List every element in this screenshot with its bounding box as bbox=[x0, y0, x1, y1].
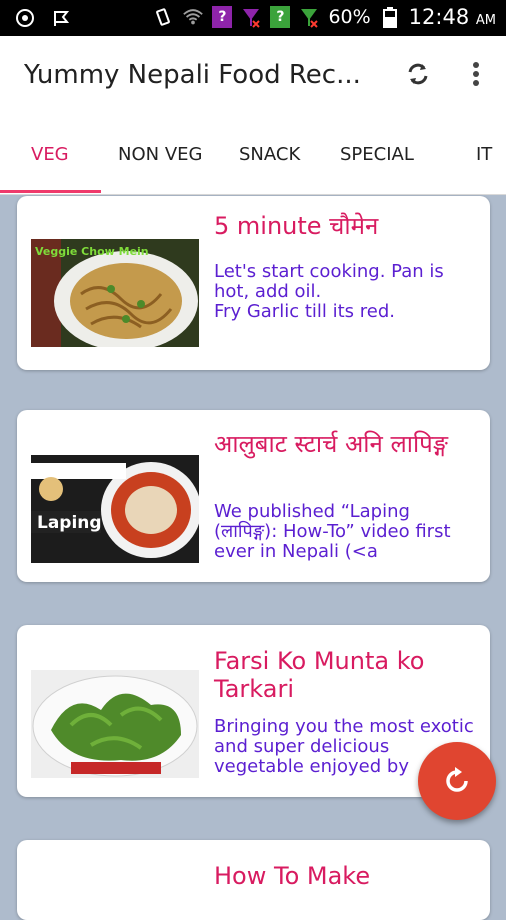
clock: 12:48 AM bbox=[409, 5, 496, 29]
recipe-thumbnail: Laping bbox=[31, 455, 199, 563]
thumb-caption: Veggie Chow Mein bbox=[35, 245, 149, 258]
refresh-icon bbox=[408, 63, 428, 85]
recipe-description: Let's start cooking. Pan is hot, add oil… bbox=[214, 262, 444, 322]
more-vert-icon bbox=[473, 62, 479, 86]
signal-x-icon bbox=[240, 6, 262, 28]
tab-it[interactable]: IT bbox=[476, 144, 492, 165]
recipe-card-laping[interactable]: Laping आलुबाट स्टार्च अनि लापिङ्ग We pub… bbox=[17, 410, 490, 582]
recipe-card-chowmein[interactable]: Veggie Chow Mein 5 minute चौमेन Let's st… bbox=[17, 196, 490, 370]
status-bar: ? ? 60% 12:48 AM bbox=[0, 0, 506, 36]
battery-icon bbox=[379, 6, 401, 28]
thumb-caption: Laping bbox=[37, 513, 102, 533]
shield-icon bbox=[14, 7, 36, 29]
sim1-box-icon: ? bbox=[212, 6, 233, 28]
more-options-button[interactable] bbox=[462, 56, 490, 92]
recipe-card-how-to-make[interactable]: How To Make bbox=[17, 840, 490, 920]
check-flag-icon bbox=[50, 7, 72, 29]
tab-non-veg[interactable]: NON VEG bbox=[118, 144, 202, 165]
recipe-title: आलुबाट स्टार्च अनि लापिङ्ग bbox=[214, 430, 448, 458]
recipe-thumbnail: Veggie Chow Mein bbox=[31, 239, 199, 347]
refresh-button[interactable] bbox=[400, 56, 436, 92]
sim2-box-icon: ? bbox=[270, 6, 291, 28]
status-left-icons bbox=[14, 7, 72, 29]
clock-time: 12:48 bbox=[408, 5, 470, 29]
tab-veg[interactable]: VEG bbox=[31, 144, 69, 165]
tab-snack[interactable]: SNACK bbox=[239, 144, 300, 165]
clock-ampm: AM bbox=[475, 13, 496, 28]
recipe-title: Farsi Ko Munta ko Tarkari bbox=[214, 647, 425, 703]
tab-special[interactable]: SPECIAL bbox=[340, 144, 414, 165]
tab-indicator bbox=[0, 190, 101, 193]
app-title: Yummy Nepali Food Rec... bbox=[24, 60, 361, 90]
recipe-title: 5 minute चौमेन bbox=[214, 212, 379, 240]
replay-icon bbox=[446, 767, 468, 792]
recipe-thumbnail bbox=[31, 670, 199, 778]
signal-x-icon-2 bbox=[298, 6, 320, 28]
status-right-icons: ? ? 60% 12:48 AM bbox=[152, 5, 496, 29]
recipe-title: How To Make bbox=[214, 862, 371, 890]
category-tabs: VEG NON VEG SNACK SPECIAL IT bbox=[0, 124, 506, 195]
refresh-fab[interactable] bbox=[418, 742, 496, 820]
recipe-description: We published “Laping (लापिङ्ग): How-To” … bbox=[214, 502, 451, 562]
wifi-icon bbox=[182, 6, 204, 28]
vibrate-icon bbox=[152, 6, 174, 28]
battery-percent: 60% bbox=[328, 6, 371, 28]
app-bar: Yummy Nepali Food Rec... bbox=[0, 36, 506, 124]
